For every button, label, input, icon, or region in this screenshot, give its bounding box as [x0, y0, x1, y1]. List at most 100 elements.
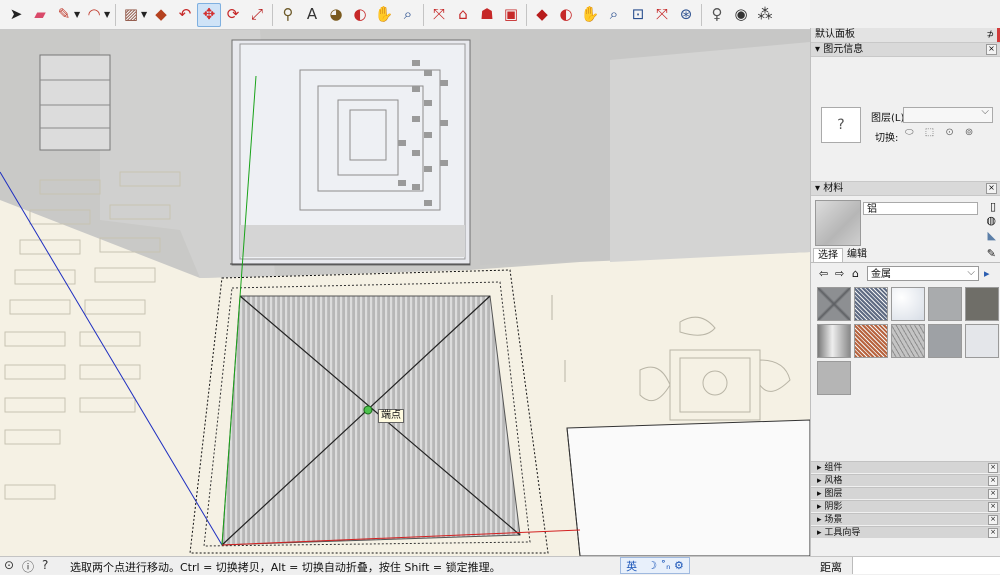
home-icon[interactable]: ⌂ — [852, 267, 859, 280]
position-camera-tool[interactable]: ♀ — [705, 3, 729, 27]
material-tabs: 选择 编辑 ✎ — [811, 246, 1000, 263]
layer-select[interactable] — [903, 106, 993, 123]
collapsed-tray[interactable]: ▸ 风格 × — [811, 474, 1000, 486]
pencil-tool[interactable]: ✎ — [52, 3, 76, 27]
material-swatch[interactable] — [965, 287, 999, 321]
offset-tool[interactable]: ↶ — [173, 3, 197, 27]
arc-tool[interactable]: ◠ — [82, 3, 106, 27]
pin-icon[interactable]: ⊅ — [986, 28, 994, 42]
forward-arrow-icon[interactable]: ⇨ — [835, 267, 844, 280]
rectangle-tool[interactable]: ▨ — [119, 3, 143, 27]
tray-title: 默认面板 ⊅ — [811, 28, 1000, 42]
tape-measure-tool[interactable]: ⚲ — [276, 3, 300, 27]
dropdown-arrow-icon[interactable]: ▼ — [104, 10, 112, 19]
measurements-input[interactable] — [852, 557, 1000, 574]
status-message: 选取两个点进行移动。Ctrl = 切换拷贝，Alt = 切换自动折叠，按住 Sh… — [70, 561, 501, 574]
collapsed-tray[interactable]: ▸ 工具向导 × — [811, 526, 1000, 538]
entity-info-title: 图元信息 — [823, 44, 864, 55]
move-tool[interactable]: ✥ — [197, 2, 221, 27]
zoom-tool-2[interactable]: ⌕ — [602, 3, 626, 27]
tray-label: 工具向导 — [824, 528, 861, 538]
toggle-icons[interactable]: ⬭ ⬚ ⊙ ⊚ — [905, 127, 977, 138]
entity-info-header[interactable]: ▾ 图元信息 × — [811, 42, 1000, 57]
toolbar-separator — [115, 3, 116, 26]
pan-tool[interactable]: ✋ — [372, 3, 396, 27]
zoom-window-tool[interactable]: ⊡ — [626, 3, 650, 27]
paint-bucket-tool[interactable]: ◕ — [324, 3, 348, 27]
close-icon[interactable]: × — [988, 502, 998, 512]
toggle-label: 切换: — [875, 133, 899, 144]
extension-warehouse-tool[interactable]: ▣ — [499, 3, 523, 27]
eraser-tool[interactable]: ▰ — [28, 3, 52, 27]
collapsed-tray[interactable]: ▸ 图层 × — [811, 487, 1000, 499]
look-around-tool[interactable]: ◉ — [729, 3, 753, 27]
close-icon[interactable]: × — [986, 183, 997, 194]
material-swatch[interactable] — [817, 324, 851, 358]
create-material-icon[interactable]: ▯ — [990, 200, 996, 213]
toolbar-separator — [272, 3, 273, 26]
inference-tooltip: 端点 — [378, 409, 404, 423]
material-swatch[interactable] — [891, 324, 925, 358]
share-model-tool[interactable]: ☗ — [475, 3, 499, 27]
tab-select[interactable]: 选择 — [813, 248, 843, 262]
tray-label: 组件 — [824, 463, 843, 473]
text-tool[interactable]: A — [300, 3, 324, 27]
tray-title-text: 默认面板 — [815, 29, 855, 40]
measurements-label: 距离 — [820, 561, 842, 574]
close-icon[interactable]: × — [986, 44, 997, 55]
model-viewport[interactable]: 端点 — [0, 30, 810, 556]
material-swatch[interactable] — [928, 287, 962, 321]
walk-tool[interactable]: ⁂ — [753, 3, 777, 27]
material-swatch[interactable] — [965, 324, 999, 358]
geo-location-icon[interactable]: ⊙ — [4, 558, 14, 572]
material-swatch[interactable] — [817, 287, 851, 321]
zoom-tool[interactable]: ⌕ — [396, 3, 420, 27]
ime-language: 英 — [626, 559, 638, 573]
credits-icon[interactable]: ⓘ — [22, 558, 34, 575]
back-arrow-icon[interactable]: ⇦ — [819, 267, 828, 280]
rotate-tool[interactable]: ⟳ — [221, 3, 245, 27]
sample-paint-icon[interactable]: ◣ — [988, 229, 996, 242]
dropdown-arrow-icon[interactable]: ▼ — [141, 10, 149, 19]
close-icon[interactable]: × — [988, 476, 998, 486]
ruby-console-tool[interactable]: ◆ — [530, 3, 554, 27]
tab-edit[interactable]: 编辑 — [843, 248, 871, 261]
scene-drawing — [0, 30, 810, 556]
zoom-extents-tool[interactable]: ⤧ — [427, 3, 451, 27]
entity-info-section: ? 图层(L): 切换: ⬭ ⬚ ⊙ ⊚ — [811, 57, 1000, 181]
material-name-field[interactable]: 铝 — [863, 202, 978, 215]
collapsed-tray[interactable]: ▸ 组件 × — [811, 461, 1000, 473]
material-swatch[interactable] — [854, 324, 888, 358]
toolbar-separator — [423, 3, 424, 26]
material-swatch[interactable] — [891, 287, 925, 321]
zoom-extents-tool-2[interactable]: ⤧ — [650, 3, 674, 27]
close-icon[interactable]: × — [988, 489, 998, 499]
ime-indicator[interactable]: 英 ☽ ˚ₙ ⚙ — [620, 557, 690, 574]
endpoint-marker — [363, 405, 373, 415]
library-select[interactable]: 金属 — [867, 265, 979, 281]
close-icon[interactable]: × — [988, 515, 998, 525]
push-pull-tool[interactable]: ◆ — [149, 3, 173, 27]
material-swatch[interactable] — [817, 361, 851, 395]
details-arrow-icon[interactable]: ▸ — [984, 267, 990, 280]
collapsed-tray[interactable]: ▸ 场景 × — [811, 513, 1000, 525]
materials-header[interactable]: ▾ 材料 × — [811, 181, 1000, 196]
material-swatch[interactable] — [854, 287, 888, 321]
orbit-tool[interactable]: ◐ — [348, 3, 372, 27]
warehouse-tool[interactable]: ⌂ — [451, 3, 475, 27]
default-tray: 默认面板 ⊅ ▾ 图元信息× ? 图层(L): 切换: ⬭ ⬚ ⊙ ⊚ ▾ 材料… — [810, 28, 1000, 556]
material-swatch[interactable] — [928, 324, 962, 358]
eyedropper-icon[interactable]: ✎ — [987, 247, 996, 260]
display-secondary-icon[interactable]: ◍ — [986, 214, 996, 227]
close-icon[interactable]: × — [988, 528, 998, 538]
collapsed-tray[interactable]: ▸ 阴影 × — [811, 500, 1000, 512]
pan-tool-2[interactable]: ✋ — [578, 3, 602, 27]
select-tool[interactable]: ➤ — [4, 3, 28, 27]
previous-view-tool[interactable]: ⊛ — [674, 3, 698, 27]
instructor-icon[interactable]: ? — [42, 558, 48, 572]
close-icon[interactable]: × — [988, 463, 998, 473]
materials-title: 材料 — [823, 183, 844, 194]
scale-tool[interactable]: ⤢ — [245, 3, 269, 27]
dropdown-arrow-icon[interactable]: ▼ — [74, 10, 82, 19]
orbit-tool-2[interactable]: ◐ — [554, 3, 578, 27]
